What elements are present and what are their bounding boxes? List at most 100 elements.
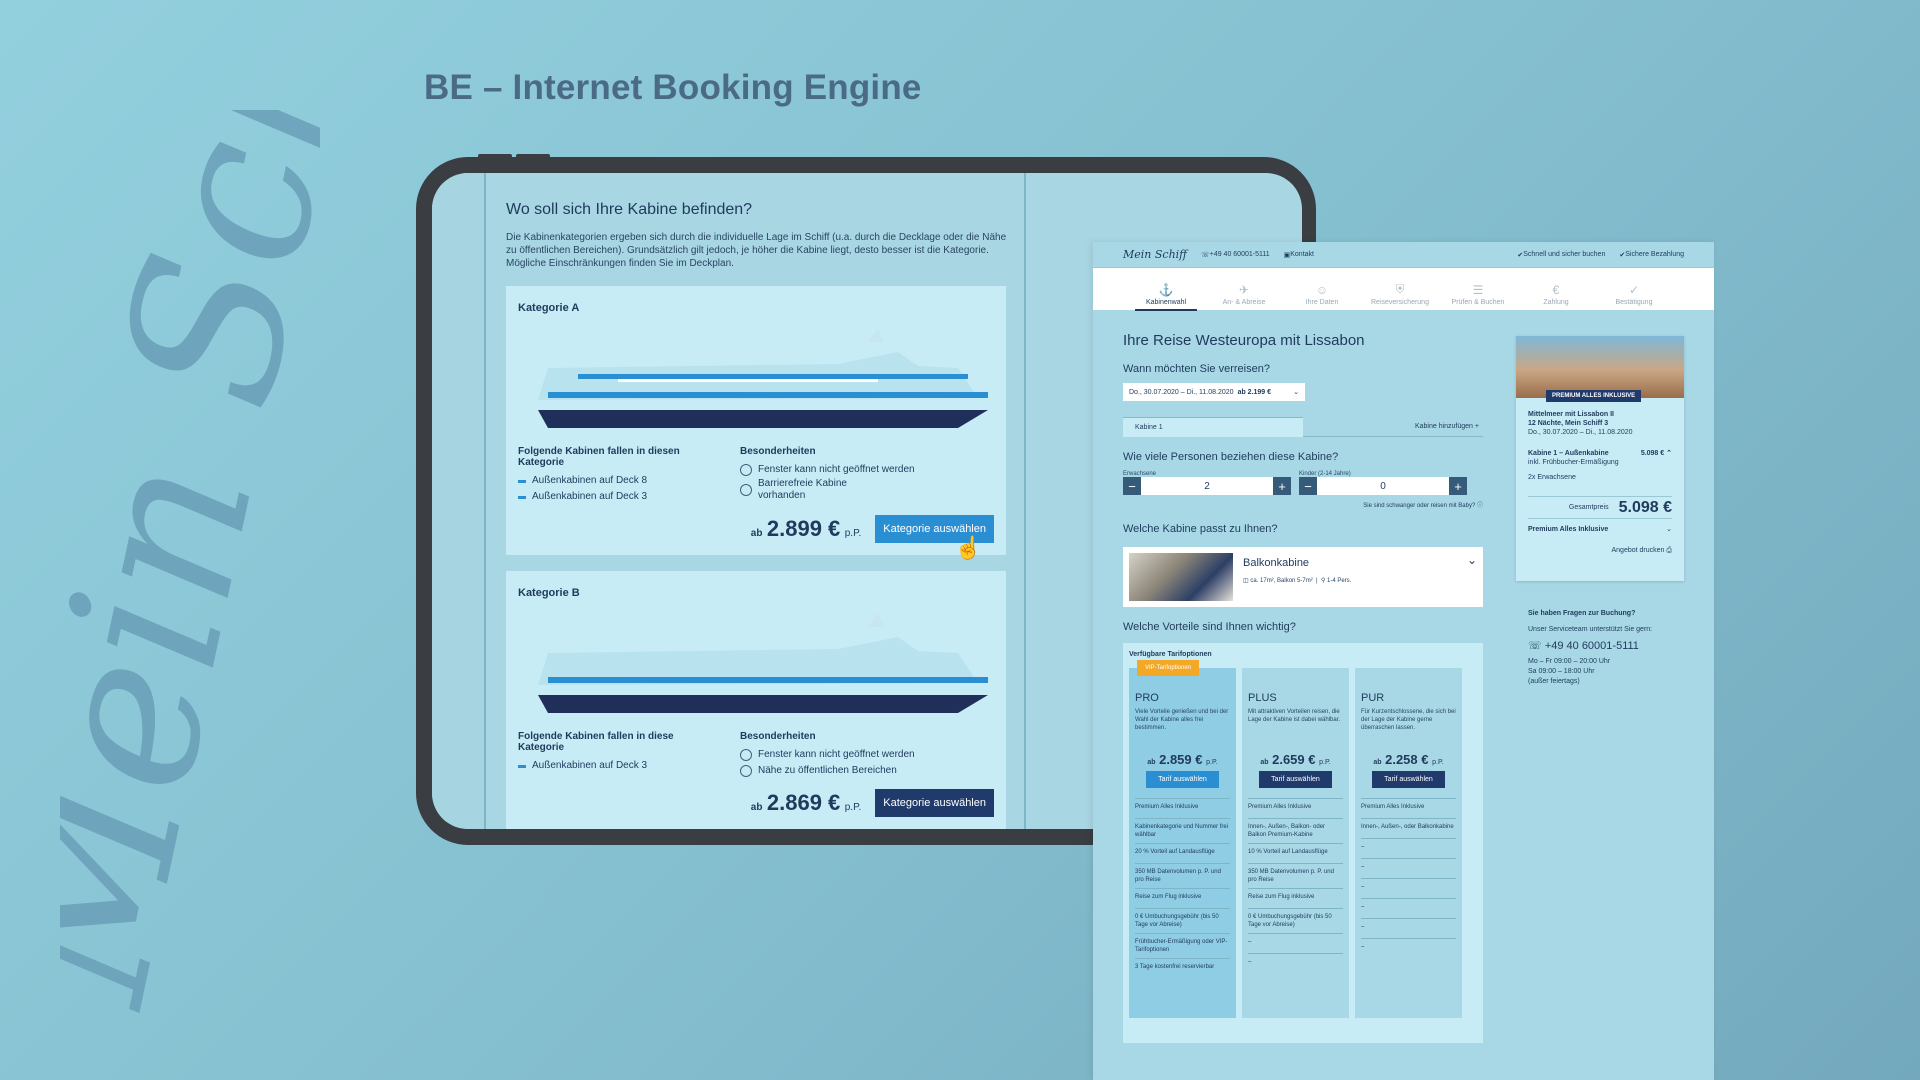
feature-cell: Frühbucher-Ermäßigung oder VIP-Tarifopti… xyxy=(1135,933,1230,958)
plus-icon: + xyxy=(1474,423,1479,430)
slide-title: BE – Internet Booking Engine xyxy=(424,68,922,107)
cabin-list-item: Außenkabinen auf Deck 8 xyxy=(518,473,720,489)
cabin-list-item: Außenkabinen auf Deck 3 xyxy=(518,758,720,774)
feature-cell: 0 € Umbuchungsgebühr (bis 50 Tage vor Ab… xyxy=(1135,908,1230,933)
feature-cell: Kabinenkategorie und Nummer frei wählbar xyxy=(1135,818,1230,843)
booking-webpage: Mein Schiff ☏ +49 40 60001-5111 ▣ Kontak… xyxy=(1093,242,1714,1080)
deck-marker-icon xyxy=(518,764,526,768)
cabin-list-heading: Folgende Kabinen fallen in diese Kategor… xyxy=(518,731,674,753)
add-cabin-link[interactable]: Kabine hinzufügen + xyxy=(1303,417,1483,437)
plus-button[interactable]: + xyxy=(1273,477,1291,495)
tablet-left-rail xyxy=(432,173,486,829)
cabin-list-item: Außenkabinen auf Deck 3 xyxy=(518,489,720,505)
adults-value[interactable]: 2 xyxy=(1141,477,1273,495)
adults-stepper: −2 + xyxy=(1123,477,1291,495)
tarif-column-plus: PLUS Mit attraktiven Vorteilen reisen, d… xyxy=(1242,668,1349,1018)
step-kabinenwahl[interactable]: ⚓ Kabinenwahl xyxy=(1127,283,1205,311)
hours-line: Sa 09:00 – 18:00 Uhr xyxy=(1528,668,1595,675)
ship-icon: ⚓ xyxy=(1158,283,1174,297)
premium-badge: PREMIUM ALLES INKLUSIVE xyxy=(1546,390,1642,402)
feature-cell: Innen-, Außen-, oder Balkonkabine xyxy=(1361,818,1456,838)
feature-cell: – xyxy=(1361,838,1456,858)
special-item: Nähe zu öffentlichen Bereichen xyxy=(740,763,915,779)
step-bestaetigung[interactable]: ✓ Bestätigung xyxy=(1595,283,1673,306)
step-daten[interactable]: ☺ Ihre Daten xyxy=(1283,283,1361,306)
minus-button[interactable]: − xyxy=(1299,477,1317,495)
tarif-price: ab 2.258 € p.P. xyxy=(1373,752,1444,767)
tarif-name: PLUS xyxy=(1248,692,1277,704)
cabin-summary: Kabine 1 – Außenkabine xyxy=(1528,450,1609,457)
category-title: Kategorie A xyxy=(518,302,580,314)
feature-cell: Reise zum Flug inklusive xyxy=(1248,888,1343,908)
help-box: Sie haben Fragen zur Buchung? Unser Serv… xyxy=(1516,609,1684,687)
feature-cell: Innen-, Außen-, Balkon- oder Balkon Prem… xyxy=(1248,818,1343,843)
date-select[interactable]: Do., 30.07.2020 – Di., 11.08.2020 ab 2.19… xyxy=(1123,383,1305,401)
specials-heading: Besonderheiten xyxy=(740,446,816,457)
cabin-price-toggle[interactable]: 5.098 € ⌃ xyxy=(1641,449,1672,467)
phone-number[interactable]: +49 40 60001-5111 xyxy=(1210,251,1270,258)
feature-cell: 0 € Umbuchungsgebühr (bis 50 Tage vor Ab… xyxy=(1248,908,1343,933)
tarif-heading: Verfügbare Tarifoptionen xyxy=(1129,651,1212,658)
contact-link[interactable]: Kontakt xyxy=(1290,251,1314,258)
feature-cell: – xyxy=(1361,918,1456,938)
list-icon: ☰ xyxy=(1472,283,1484,297)
baby-hint-link[interactable]: Sie sind schwanger oder reisen mit Baby?… xyxy=(1123,500,1483,509)
vip-badge: VIP-Tarifoptionen xyxy=(1137,660,1200,676)
cabin-select-card[interactable]: Balkonkabine ◫ ca. 17m², Balkon 5-7m² | … xyxy=(1123,547,1483,607)
feature-cell: – xyxy=(1361,938,1456,958)
cabin-photo xyxy=(1129,553,1233,601)
plus-button[interactable]: + xyxy=(1449,477,1467,495)
cabin-persons: 1-4 Pers. xyxy=(1327,578,1352,584)
kids-stepper: −0 + xyxy=(1299,477,1467,495)
select-tarif-button[interactable]: Tarif auswählen xyxy=(1146,771,1219,788)
brand-logo[interactable]: Mein Schiff xyxy=(1123,248,1187,261)
hours-line: Mo – Fr 09:00 – 20:00 Uhr xyxy=(1528,658,1611,665)
help-subtitle: Unser Serviceteam unterstützt Sie gern: xyxy=(1528,626,1653,633)
phone-icon: ☏ xyxy=(1528,640,1545,652)
category-heading: Wo soll sich Ihre Kabine befinden? xyxy=(506,201,753,218)
signature-watermark: Mein Schiff xyxy=(60,110,320,1024)
svg-text:Mein Schiff: Mein Schiff xyxy=(60,110,320,1024)
feature-cell: – xyxy=(1361,858,1456,878)
cabin-list-heading: Folgende Kabinen fallen in diesen Katego… xyxy=(518,446,680,468)
help-title: Sie haben Fragen zur Buchung? xyxy=(1528,610,1636,617)
step-anreise[interactable]: ✈ An- & Abreise xyxy=(1205,283,1283,306)
feature-cell: Premium Alles Inklusive xyxy=(1361,798,1456,818)
step-pruefen[interactable]: ☰ Prüfen & Buchen xyxy=(1439,283,1517,306)
tarif-column-pur: PUR Für Kurzentschlossene, die sich bei … xyxy=(1355,668,1462,1018)
tablet-button xyxy=(516,154,550,158)
kids-value[interactable]: 0 xyxy=(1317,477,1449,495)
cabin-name: Balkonkabine xyxy=(1243,557,1310,569)
tarif-price: ab 2.859 € p.P. xyxy=(1147,752,1218,767)
pax-summary: 2x Erwachsene xyxy=(1528,474,1576,481)
info-icon: ⓘ xyxy=(1476,503,1483,509)
diamond-icon xyxy=(740,765,752,777)
trust-badge: Sichere Bezahlung xyxy=(1625,251,1684,258)
wheelchair-icon xyxy=(740,484,752,496)
tarif-summary-toggle[interactable]: Premium Alles Inklusive ⌄ xyxy=(1528,525,1672,534)
feature-cell: Premium Alles Inklusive xyxy=(1135,798,1230,818)
feature-cell: Premium Alles Inklusive xyxy=(1248,798,1343,818)
special-item: Fenster kann nicht geöffnet werden xyxy=(740,747,915,763)
print-offer-link[interactable]: Angebot drucken ⎙ xyxy=(1528,546,1673,555)
help-phone[interactable]: +49 40 60001-5111 xyxy=(1545,640,1639,652)
euro-icon: € xyxy=(1552,283,1560,297)
feature-cell: 350 MB Datenvolumen p. P. und pro Reise xyxy=(1248,863,1343,888)
select-tarif-button[interactable]: Tarif auswählen xyxy=(1372,771,1445,788)
feature-cell: 10 % Vorteil auf Landausflüge xyxy=(1248,843,1343,863)
step-zahlung[interactable]: € Zahlung xyxy=(1517,283,1595,306)
persons-question: Wie viele Personen beziehen diese Kabine… xyxy=(1123,451,1339,463)
step-versicherung[interactable]: ⛨ Reiseversicherung xyxy=(1361,282,1439,306)
tab-cabin-1[interactable]: Kabine 1 xyxy=(1123,417,1303,437)
trip-title: Ihre Reise Westeuropa mit Lissabon xyxy=(1123,332,1365,349)
select-category-button[interactable]: Kategorie auswählen xyxy=(875,789,994,817)
benefits-question: Welche Vorteile sind Ihnen wichtig? xyxy=(1123,621,1296,633)
category-title: Kategorie B xyxy=(518,587,580,599)
select-tarif-button[interactable]: Tarif auswählen xyxy=(1259,771,1332,788)
category-price: ab 2.869 € p.P. xyxy=(750,790,862,815)
minus-button[interactable]: − xyxy=(1123,477,1141,495)
feature-cell: 350 MB Datenvolumen p. P. und pro Reise xyxy=(1135,863,1230,888)
deck-marker-icon xyxy=(518,495,526,499)
cabin-discount: inkl. Frühbucher-Ermäßigung xyxy=(1528,459,1619,466)
hand-cursor-icon: ☝ xyxy=(954,535,982,560)
